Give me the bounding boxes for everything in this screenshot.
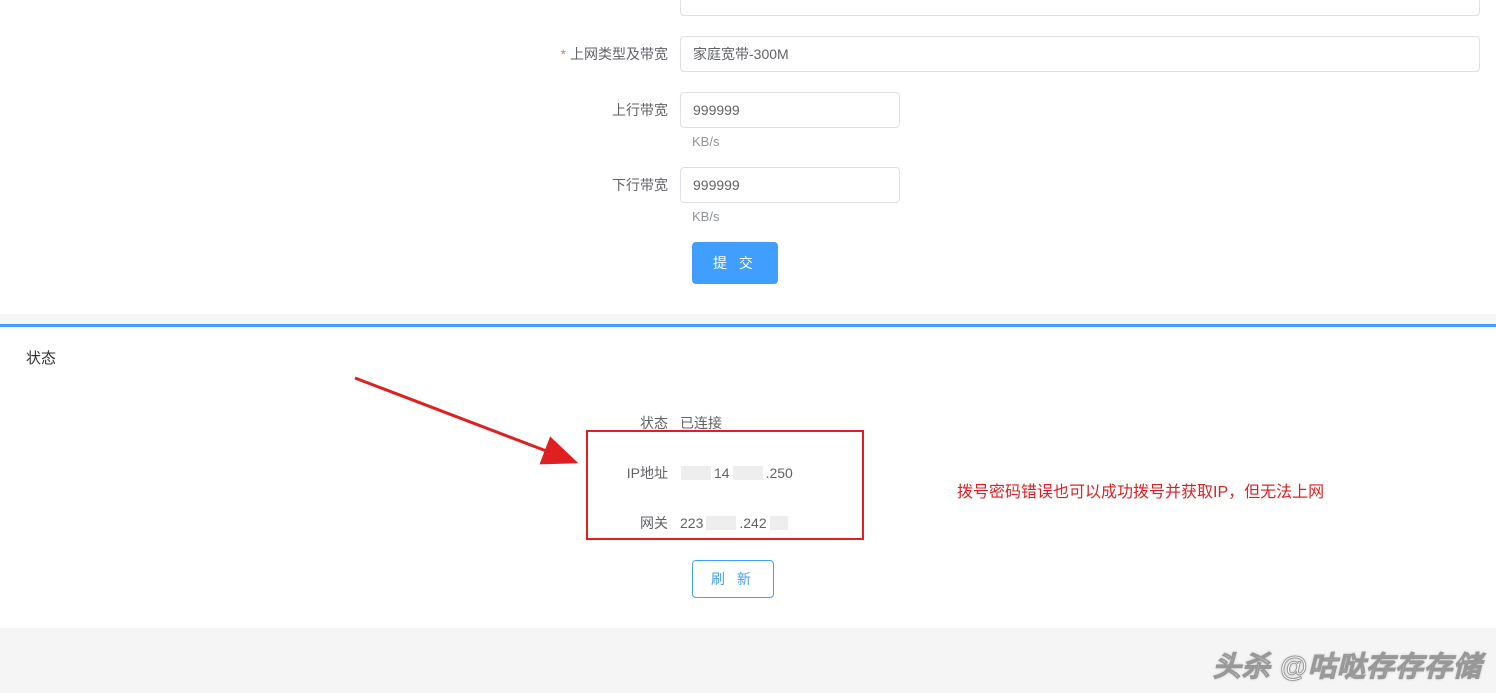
upload-help-row: KB/s (0, 134, 1496, 149)
upload-label: 上行带宽 (0, 100, 680, 120)
status-panel-title: 状态 (0, 327, 1496, 378)
submit-button[interactable]: 提 交 (692, 242, 778, 284)
status-row-state: 状态 已连接 (0, 398, 1496, 448)
download-input[interactable] (680, 167, 900, 203)
settings-form-panel: 上网类型及带宽 上行带宽 KB/s 下行带宽 KB/s 提 交 (0, 0, 1496, 314)
submit-row: 提 交 (0, 242, 1496, 284)
download-help-row: KB/s (0, 209, 1496, 224)
conn-type-input[interactable] (680, 36, 1480, 72)
hidden-top-input[interactable] (680, 0, 1480, 16)
upload-unit: KB/s (692, 134, 719, 149)
ip-mask-2 (733, 466, 763, 480)
status-ip-label: IP地址 (0, 463, 680, 483)
gw-mask-2 (770, 516, 788, 530)
status-panel: 状态 状态 已连接 IP地址 14 .250 网关 (0, 324, 1496, 628)
status-state-label: 状态 (0, 413, 680, 433)
annotation-text: 拨号密码错误也可以成功拨号并获取IP，但无法上网 (957, 478, 1324, 502)
status-state-value: 已连接 (680, 413, 722, 433)
download-label: 下行带宽 (0, 175, 680, 195)
form-row-upload: 上行带宽 (0, 92, 1496, 128)
form-row-download: 下行带宽 (0, 167, 1496, 203)
gw-part-1: 223 (680, 515, 703, 531)
ip-part-1: 14 (714, 465, 730, 481)
status-gateway-label: 网关 (0, 513, 680, 533)
gw-part-2: .242 (739, 515, 766, 531)
watermark: 头杀 @咕哒存存存储 (1213, 645, 1482, 685)
refresh-row: 刷 新 (0, 560, 1496, 598)
ip-part-2: .250 (766, 465, 793, 481)
ip-mask-1 (681, 466, 711, 480)
download-unit: KB/s (692, 209, 719, 224)
form-row-hidden-top (0, 0, 1496, 16)
upload-input[interactable] (680, 92, 900, 128)
status-ip-value: 14 .250 (680, 465, 793, 481)
status-body: 状态 已连接 IP地址 14 .250 网关 223 .242 拨号密码错误也可… (0, 378, 1496, 628)
gw-mask-1 (706, 516, 736, 530)
refresh-button[interactable]: 刷 新 (692, 560, 774, 598)
conn-type-label: 上网类型及带宽 (0, 44, 680, 64)
status-gateway-value: 223 .242 (680, 515, 789, 531)
form-row-conn-type: 上网类型及带宽 (0, 36, 1496, 72)
status-row-gateway: 网关 223 .242 (0, 498, 1496, 548)
